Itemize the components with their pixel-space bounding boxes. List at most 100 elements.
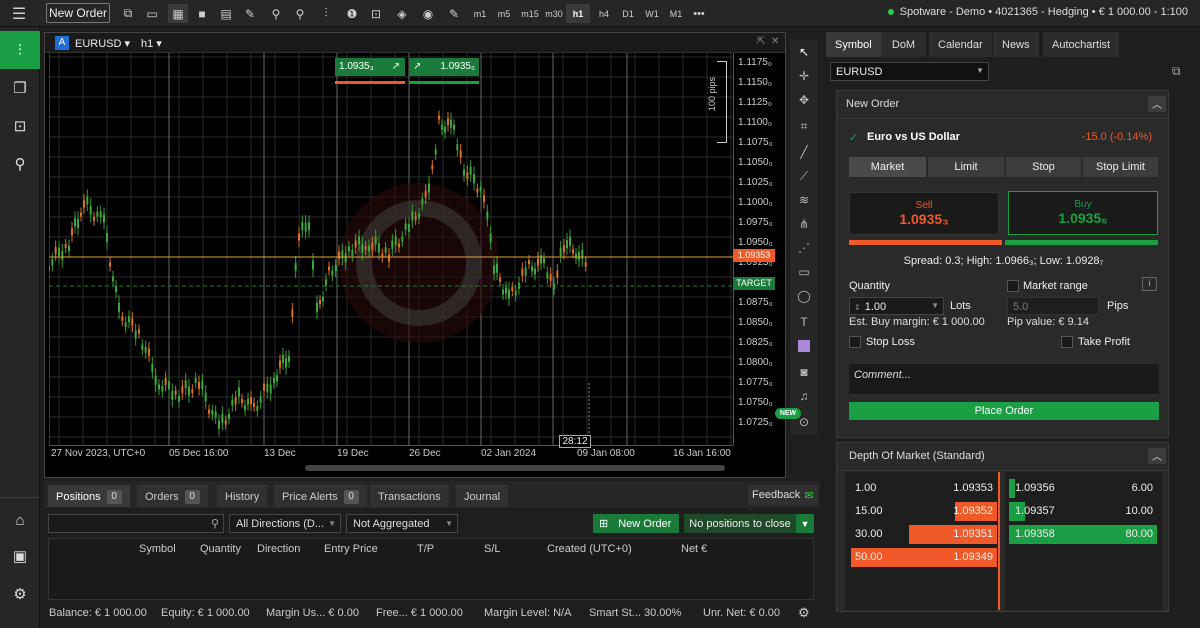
crosshair-icon[interactable]: ✛	[794, 66, 814, 86]
timeframe-d1[interactable]: D1	[616, 4, 640, 23]
indicator-edit-icon[interactable]: ✎	[444, 4, 464, 23]
buy-button[interactable]: Buy 1.0935₆	[1008, 191, 1158, 235]
direction-filter[interactable]: All Directions (D... ▼	[229, 514, 341, 533]
col-symbol[interactable]: Symbol	[139, 543, 176, 555]
text-icon[interactable]: T	[794, 312, 814, 332]
trend-line-icon[interactable]: ╱	[794, 142, 814, 162]
order-type-stop[interactable]: Stop	[1006, 157, 1082, 177]
collapse-chevron-up-icon[interactable]: ︿	[1148, 96, 1166, 112]
buy-quote-box[interactable]: ↗ 1.0935₆	[409, 58, 479, 76]
dom-sell-row[interactable]: 15.00 1.09352	[849, 502, 997, 521]
order-type-market[interactable]: Market	[849, 157, 927, 177]
robot-icon[interactable]: ⊡	[366, 4, 386, 23]
col-net[interactable]: Net €	[681, 543, 707, 555]
col-quantity[interactable]: Quantity	[200, 543, 241, 555]
new-order-button-bottom[interactable]: ⊞ New Order	[593, 514, 679, 533]
new-order-button[interactable]: New Order	[46, 3, 110, 23]
bank-icon[interactable]: ⌂	[0, 501, 40, 539]
zoom-in-icon[interactable]: ⚲	[266, 4, 286, 23]
camera-icon[interactable]: ◙	[794, 362, 814, 382]
tab-dom[interactable]: DoM	[881, 32, 927, 57]
tab-transactions[interactable]: Transactions	[370, 485, 449, 507]
dom-sell-row[interactable]: 1.00 1.09353	[849, 479, 997, 498]
cursor-arrow-icon[interactable]: ↖	[794, 42, 814, 62]
copy-icon[interactable]: ❐	[0, 69, 40, 107]
col-sl[interactable]: S/L	[484, 543, 501, 555]
stop-loss-checkbox[interactable]	[849, 336, 861, 348]
chart-timeframe[interactable]: h1 ▾	[141, 37, 162, 50]
timeframe-m1[interactable]: m1	[468, 4, 492, 23]
market-range-input[interactable]: 5.0	[1007, 297, 1099, 315]
zoom-out-icon[interactable]: ⚲	[290, 4, 310, 23]
chart-mode-icon[interactable]: ⧉	[118, 4, 138, 23]
settings-gear-icon[interactable]: ⚙	[0, 575, 40, 613]
tab-price-alerts[interactable]: Price Alerts 0	[274, 485, 367, 507]
aggregation-filter[interactable]: Not Aggregated ▼	[346, 514, 458, 533]
tab-symbol[interactable]: Symbol	[826, 32, 882, 57]
bell-icon[interactable]: ♫	[794, 386, 814, 406]
price-plot[interactable]	[49, 53, 733, 445]
take-profit-checkbox[interactable]	[1061, 336, 1073, 348]
chart-badge[interactable]: A	[55, 36, 69, 50]
place-order-button[interactable]: Place Order	[849, 402, 1159, 420]
grid-layout-icon[interactable]: ▦	[168, 4, 188, 23]
automate-robot-icon[interactable]: ⊡	[0, 107, 40, 145]
ellipse-icon[interactable]: ◯	[794, 286, 814, 306]
drawing-edit-icon[interactable]: ✎	[240, 4, 260, 23]
sell-quote-box[interactable]: 1.0935₃ ↗	[335, 58, 405, 76]
feedback-button[interactable]: Feedback ✉	[748, 485, 818, 505]
crosshair-move-icon[interactable]: ✥	[794, 90, 814, 110]
chart-symbol[interactable]: EURUSD ▾	[75, 37, 130, 50]
account-info[interactable]: Spotware - Demo • 4021365 - Hedging • € …	[887, 6, 1188, 18]
timeframe-h4[interactable]: h4	[592, 4, 616, 23]
col-entry-price[interactable]: Entry Price	[324, 543, 378, 555]
fibonacci-icon[interactable]: ≋	[794, 190, 814, 210]
col-created[interactable]: Created (UTC+0)	[547, 543, 632, 555]
timeframe-m30[interactable]: m30	[542, 4, 566, 23]
play-circle-icon[interactable]: ⊙	[794, 412, 814, 432]
rectangle-icon[interactable]: ▭	[794, 262, 814, 282]
ray-icon[interactable]: ⟋	[794, 166, 814, 186]
layers-icon[interactable]: ◈	[392, 4, 412, 23]
tab-autochartist[interactable]: Autochartist	[1043, 32, 1121, 57]
more-icon[interactable]: •••	[688, 4, 710, 23]
timeframe-mn1[interactable]: M1	[664, 4, 688, 23]
info-icon[interactable]: i	[1142, 277, 1157, 291]
pitchfork-icon[interactable]: ⋔	[794, 214, 814, 234]
candlestick-icon[interactable]: ⫶	[316, 4, 336, 23]
quantity-stepper[interactable]: ⇕ 1.00 ▼	[849, 297, 944, 315]
comment-input[interactable]: Comment...	[849, 364, 1159, 394]
tab-news[interactable]: News	[993, 32, 1040, 57]
dom-buy-row[interactable]: 1.09358 80.00	[1009, 525, 1157, 544]
crop-icon[interactable]: ⌗	[794, 116, 814, 136]
split-chart-icon[interactable]: ▤	[216, 4, 236, 23]
detach-icon[interactable]: ⇱	[757, 36, 765, 47]
dom-buy-row[interactable]: 1.09357 10.00	[1009, 502, 1157, 521]
tab-positions[interactable]: Positions 0	[48, 485, 130, 507]
dom-collapse-chevron-up-icon[interactable]: ︿	[1148, 448, 1166, 464]
order-type-stop-limit[interactable]: Stop Limit	[1083, 157, 1159, 177]
tab-history[interactable]: History	[217, 485, 268, 507]
sell-button[interactable]: Sell 1.0935₃	[849, 192, 999, 235]
tab-journal[interactable]: Journal	[456, 485, 509, 507]
col-direction[interactable]: Direction	[257, 543, 300, 555]
tab-orders[interactable]: Orders 0	[137, 485, 208, 507]
timeframe-m15[interactable]: m15	[518, 4, 542, 23]
analyze-icon[interactable]: ⚲	[0, 145, 40, 183]
timeframe-m5[interactable]: m5	[492, 4, 516, 23]
channel-icon[interactable]: ⋰	[794, 238, 814, 258]
col-tp[interactable]: T/P	[417, 543, 434, 555]
timeframe-h1[interactable]: h1	[566, 4, 590, 23]
close-icon[interactable]: ✕	[771, 36, 779, 47]
single-chart-icon[interactable]: ■	[192, 4, 212, 23]
wallet-icon[interactable]: ▣	[0, 537, 40, 575]
close-positions-button[interactable]: No positions to close	[684, 514, 796, 533]
timeframe-w1[interactable]: W1	[640, 4, 664, 23]
hedging-icon[interactable]: ❶	[342, 4, 362, 23]
trade-icon[interactable]: ⫶	[0, 31, 40, 69]
tab-calendar[interactable]: Calendar	[929, 32, 993, 57]
close-options-chevron-icon[interactable]: ▼	[796, 514, 814, 533]
dom-buy-row[interactable]: 1.09356 6.00	[1009, 479, 1157, 498]
symbol-select[interactable]: EURUSD ▼	[830, 62, 989, 81]
status-settings-gear-icon[interactable]: ⚙	[798, 605, 810, 621]
